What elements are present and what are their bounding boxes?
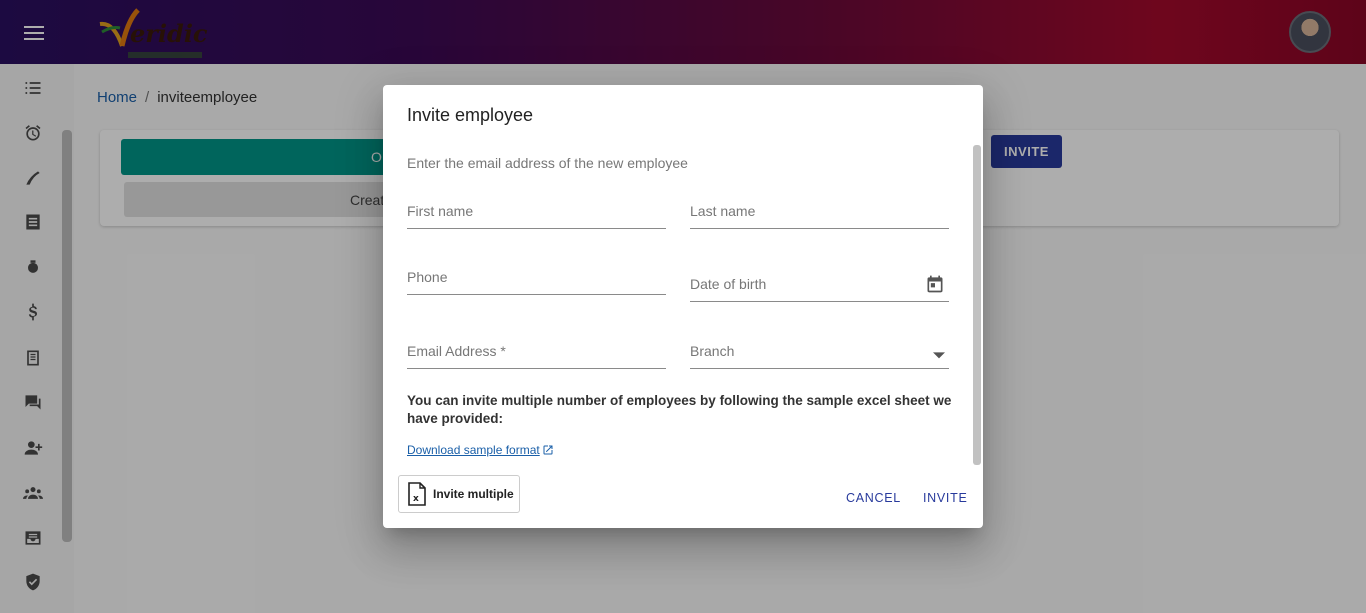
branch-select[interactable] <box>690 343 949 369</box>
phone-input[interactable] <box>407 269 666 285</box>
email-input[interactable] <box>407 343 666 359</box>
email-field[interactable] <box>407 343 666 369</box>
dialog-scrollbar[interactable] <box>973 145 981 465</box>
last-name-input[interactable] <box>690 203 949 219</box>
invite-multiple-label: Invite multiple <box>433 487 514 501</box>
invite-button[interactable]: INVITE <box>923 491 967 505</box>
calendar-icon[interactable] <box>925 274 945 299</box>
cancel-button[interactable]: CANCEL <box>846 491 901 505</box>
phone-field[interactable] <box>407 269 666 295</box>
first-name-input[interactable] <box>407 203 666 219</box>
external-link-icon <box>543 445 553 455</box>
invite-multiple-info: You can invite multiple number of employ… <box>407 393 952 426</box>
branch-input[interactable] <box>690 343 949 359</box>
date-of-birth-input[interactable] <box>690 276 949 292</box>
download-sample-label[interactable]: Download sample format <box>407 443 540 457</box>
date-of-birth-field[interactable] <box>690 274 949 302</box>
dialog-subtitle: Enter the email address of the new emplo… <box>407 155 688 171</box>
excel-file-icon: x <box>408 482 426 506</box>
dialog-title: Invite employee <box>407 105 534 125</box>
invite-employee-dialog: Invite employee Enter the email address … <box>383 85 983 528</box>
svg-text:x: x <box>413 494 419 504</box>
last-name-field[interactable] <box>690 203 949 229</box>
invite-multiple-button[interactable]: x Invite multiple <box>398 475 520 513</box>
download-sample-link[interactable]: Download sample format <box>407 443 554 457</box>
first-name-field[interactable] <box>407 203 666 229</box>
dropdown-arrow-icon[interactable] <box>933 347 945 365</box>
